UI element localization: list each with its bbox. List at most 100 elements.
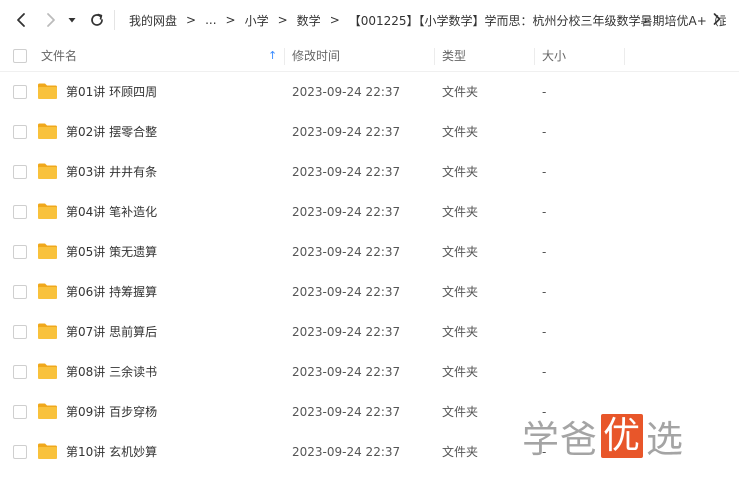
row-checkbox[interactable] [13, 245, 27, 259]
row-checkbox[interactable] [13, 85, 27, 99]
file-type: 文件夹 [442, 205, 479, 219]
row-checkbox[interactable] [13, 205, 27, 219]
back-button[interactable] [8, 7, 34, 33]
column-type-header[interactable]: 类型 [442, 40, 466, 72]
file-type: 文件夹 [442, 405, 479, 419]
row-checkbox[interactable] [13, 325, 27, 339]
column-divider[interactable] [624, 48, 625, 65]
breadcrumb-separator: > [329, 13, 340, 27]
file-size: - [542, 285, 547, 299]
file-name[interactable]: 第05讲 策无遗算 [66, 232, 157, 272]
file-name[interactable]: 第03讲 井井有条 [66, 152, 157, 192]
file-name[interactable]: 第07讲 思前算后 [66, 312, 157, 352]
file-size: - [542, 85, 547, 99]
column-modified-header[interactable]: 修改时间 [292, 40, 340, 72]
file-name[interactable]: 第06讲 持筹握算 [66, 272, 157, 312]
file-name[interactable]: 第08讲 三余读书 [66, 352, 157, 392]
column-divider[interactable] [434, 48, 435, 65]
folder-icon [38, 443, 57, 459]
folder-icon [38, 203, 57, 219]
file-modified-time: 2023-09-24 22:37 [292, 125, 401, 139]
file-modified-time: 2023-09-24 22:37 [292, 245, 401, 259]
file-type: 文件夹 [442, 445, 479, 459]
file-name[interactable]: 第10讲 玄机妙算 [66, 432, 157, 472]
file-row[interactable]: 第07讲 思前算后 2023-09-24 22:37 文件夹 - [0, 312, 739, 352]
file-type: 文件夹 [442, 125, 479, 139]
file-row[interactable]: 第08讲 三余读书 2023-09-24 22:37 文件夹 - [0, 352, 739, 392]
breadcrumb: 我的网盘 > ... > 小学 > 数学 > 【001225】【小学数学】学而思… [126, 0, 726, 40]
file-type: 文件夹 [442, 85, 479, 99]
column-header: 文件名 ↑ 修改时间 类型 大小 [0, 40, 739, 72]
breadcrumb-item-math[interactable]: 数学 [294, 12, 324, 29]
folder-icon [38, 243, 57, 259]
column-divider[interactable] [534, 48, 535, 65]
refresh-icon [91, 13, 103, 26]
file-modified-time: 2023-09-24 22:37 [292, 325, 401, 339]
file-row[interactable]: 第04讲 笔补造化 2023-09-24 22:37 文件夹 - [0, 192, 739, 232]
row-checkbox[interactable] [13, 285, 27, 299]
watermark-char: 学 [522, 418, 560, 461]
file-row[interactable]: 第03讲 井井有条 2023-09-24 22:37 文件夹 - [0, 152, 739, 192]
folder-icon [38, 123, 57, 139]
chevron-left-icon [17, 13, 25, 27]
row-checkbox[interactable] [13, 365, 27, 379]
file-type: 文件夹 [442, 165, 479, 179]
breadcrumb-separator: > [225, 13, 236, 27]
caret-down-icon [68, 18, 76, 23]
folder-icon [38, 363, 57, 379]
file-row[interactable]: 第06讲 持筹握算 2023-09-24 22:37 文件夹 - [0, 272, 739, 312]
breadcrumb-item-primary-school[interactable]: 小学 [242, 12, 272, 29]
watermark-char: 选 [646, 418, 684, 461]
file-size: - [542, 245, 547, 259]
watermark-highlight-char: 优 [601, 414, 643, 458]
breadcrumb-item-current-folder[interactable]: 【001225】【小学数学】学而思：杭州分校三年级数学暑期培优A+（武... [346, 12, 726, 29]
file-name[interactable]: 第09讲 百步穿杨 [66, 392, 157, 432]
file-size: - [542, 165, 547, 179]
file-name[interactable]: 第04讲 笔补造化 [66, 192, 157, 232]
folder-icon [38, 323, 57, 339]
chevron-right-icon [47, 13, 55, 27]
column-divider[interactable] [284, 48, 285, 65]
nav-divider [114, 10, 115, 30]
chevron-right-icon [713, 13, 721, 25]
forward-button[interactable] [38, 7, 64, 33]
file-type: 文件夹 [442, 365, 479, 379]
file-size: - [542, 325, 547, 339]
file-row[interactable]: 第02讲 摆零合整 2023-09-24 22:37 文件夹 - [0, 112, 739, 152]
file-modified-time: 2023-09-24 22:37 [292, 205, 401, 219]
history-dropdown-button[interactable] [64, 7, 80, 33]
watermark-logo: 学 爸 优 选 [522, 412, 684, 461]
file-name[interactable]: 第01讲 环顾四周 [66, 72, 157, 112]
row-checkbox[interactable] [13, 165, 27, 179]
breadcrumb-item-ellipsis[interactable]: ... [202, 13, 219, 27]
file-size: - [542, 125, 547, 139]
file-size: - [542, 205, 547, 219]
refresh-button[interactable] [84, 7, 110, 33]
folder-icon [38, 163, 57, 179]
file-modified-time: 2023-09-24 22:37 [292, 85, 401, 99]
file-modified-time: 2023-09-24 22:37 [292, 405, 401, 419]
select-all-checkbox[interactable] [13, 49, 27, 63]
row-checkbox[interactable] [13, 405, 27, 419]
breadcrumb-expand-button[interactable] [712, 12, 722, 29]
file-type: 文件夹 [442, 245, 479, 259]
column-size-header[interactable]: 大小 [542, 40, 566, 72]
folder-icon [38, 403, 57, 419]
row-checkbox[interactable] [13, 125, 27, 139]
file-type: 文件夹 [442, 325, 479, 339]
file-type: 文件夹 [442, 285, 479, 299]
breadcrumb-separator: > [277, 13, 288, 27]
column-name-header[interactable]: 文件名 [41, 40, 77, 72]
file-row[interactable]: 第05讲 策无遗算 2023-09-24 22:37 文件夹 - [0, 232, 739, 272]
file-modified-time: 2023-09-24 22:37 [292, 365, 401, 379]
file-modified-time: 2023-09-24 22:37 [292, 165, 401, 179]
file-name[interactable]: 第02讲 摆零合整 [66, 112, 157, 152]
breadcrumb-item-my-drive[interactable]: 我的网盘 [126, 12, 180, 29]
file-modified-time: 2023-09-24 22:37 [292, 285, 401, 299]
watermark-char: 爸 [560, 418, 598, 461]
row-checkbox[interactable] [13, 445, 27, 459]
folder-icon [38, 283, 57, 299]
sort-ascending-icon[interactable]: ↑ [268, 49, 277, 63]
file-row[interactable]: 第01讲 环顾四周 2023-09-24 22:37 文件夹 - [0, 72, 739, 112]
file-size: - [542, 365, 547, 379]
